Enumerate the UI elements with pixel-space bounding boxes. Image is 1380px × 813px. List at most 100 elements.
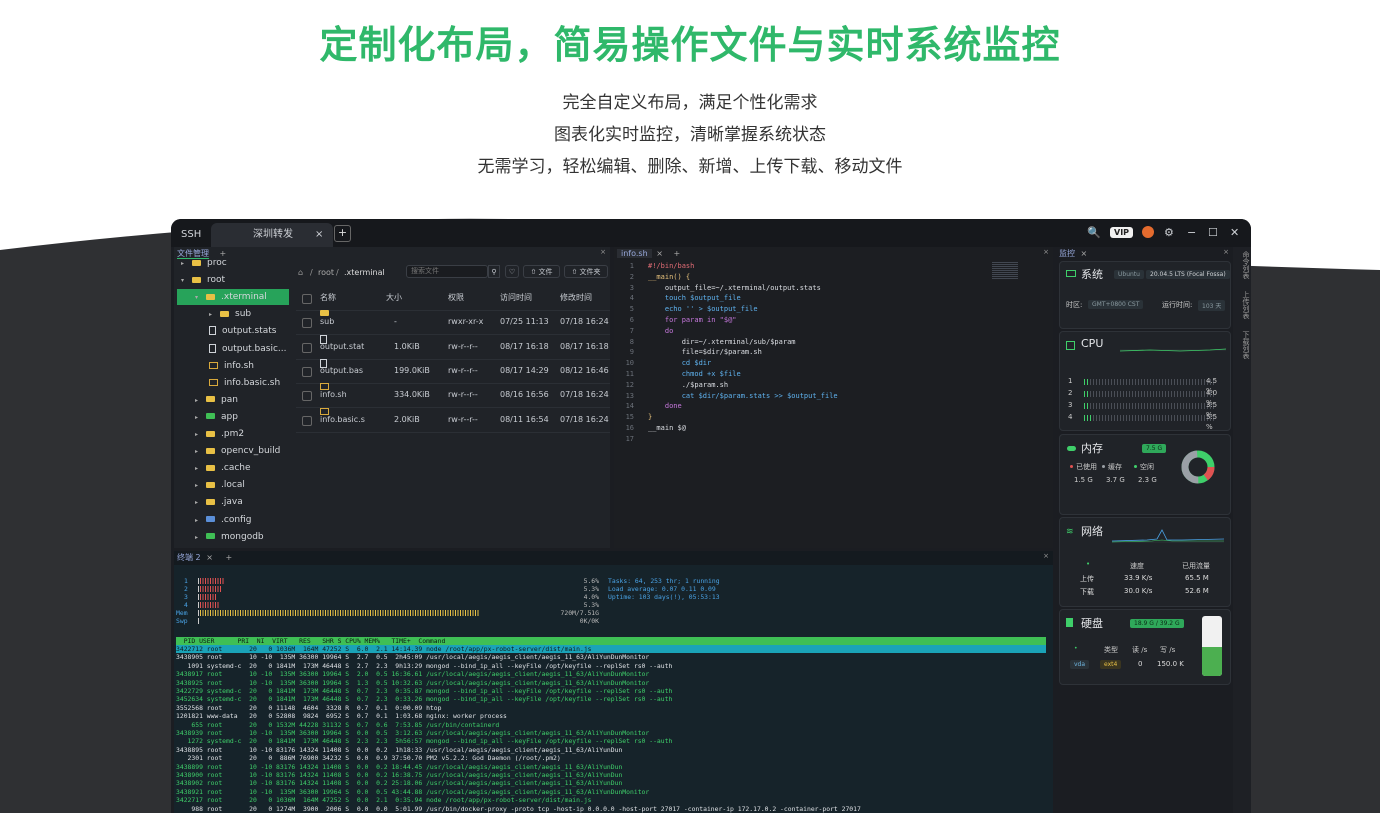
breadcrumb-current[interactable]: .xterminal (344, 268, 385, 277)
side-tab-commands[interactable]: 命令列表 (1231, 251, 1251, 279)
side-tab-downloads[interactable]: 下载列表 (1231, 331, 1251, 359)
tree-item[interactable]: ▸ mongodb (177, 529, 289, 545)
tree-item[interactable]: ▸ .pm2 (177, 426, 289, 442)
add-icon[interactable]: + (225, 553, 232, 562)
tree-item[interactable]: ▸ sub (177, 306, 289, 322)
tree-arrow-icon[interactable]: ▸ (195, 482, 198, 489)
tree-arrow-icon[interactable]: ▸ (195, 465, 198, 472)
tree-item[interactable]: ▸ proc (177, 255, 289, 271)
add-tab-button[interactable]: + (334, 225, 351, 242)
editor-tab[interactable]: info.sh × + (617, 247, 680, 260)
panel-close-icon[interactable]: × (1223, 248, 1229, 256)
tree-item[interactable]: ▸ pan (177, 392, 289, 408)
process-row[interactable]: 2301 root 20 0 886M 76900 34232 S 0.0 0.… (176, 754, 1046, 762)
tab-ssh[interactable]: SSH (181, 223, 201, 247)
tab-shenzhen[interactable]: 深圳转发 × (211, 223, 333, 247)
side-tab-uploads[interactable]: 上传列表 (1231, 291, 1251, 319)
process-row[interactable]: 1201821 www-data 20 0 52808 9824 6952 S … (176, 712, 1046, 720)
file-row[interactable]: info.basic.s 2.0KiB rw-r--r-- 08/11 16:54 07… (296, 407, 610, 433)
tree-arrow-icon[interactable]: ▸ (181, 260, 184, 267)
column-header[interactable]: 修改时间 (560, 286, 592, 310)
process-row[interactable]: 3438895 root 10 -10 83176 14324 11408 S … (176, 746, 1046, 754)
tree-arrow-icon[interactable]: ▸ (195, 414, 198, 421)
process-row[interactable]: 3552568 root 20 0 11148 4604 3328 R 0.7 … (176, 704, 1046, 712)
tree-item[interactable]: ▸ .cache (177, 460, 289, 476)
file-row[interactable]: info.sh 334.0KiB rw-r--r-- 08/16 16:56 07/18… (296, 383, 610, 409)
process-row[interactable]: 3438900 root 10 -10 83176 14324 11408 S … (176, 771, 1046, 779)
panel-close-icon[interactable]: × (1043, 552, 1049, 560)
row-checkbox[interactable] (302, 391, 312, 402)
row-checkbox[interactable] (302, 415, 312, 426)
column-header[interactable]: 名称 (320, 286, 336, 310)
column-header[interactable]: 访问时间 (500, 286, 532, 310)
tree-item[interactable]: ▾ root (177, 272, 289, 288)
row-checkbox[interactable] (302, 342, 312, 353)
tree-item[interactable]: output.basic... (177, 341, 289, 357)
process-row[interactable]: 3438925 root 10 -10 135M 36300 19964 S 1… (176, 679, 1046, 687)
tree-arrow-icon[interactable]: ▸ (195, 534, 198, 541)
tree-arrow-icon[interactable]: ▸ (195, 517, 198, 524)
gear-icon[interactable]: ⚙ (1164, 226, 1174, 239)
tree-item[interactable]: ▸ .config (177, 512, 289, 528)
process-row[interactable]: 1272 systemd-c 20 0 1841M 173M 46448 S 2… (176, 737, 1046, 745)
search-icon[interactable]: 🔍 (1087, 226, 1101, 239)
vip-badge[interactable]: VIP (1110, 227, 1134, 238)
minimize-icon[interactable]: − (1187, 226, 1196, 239)
tree-arrow-icon[interactable]: ▸ (195, 499, 198, 506)
monitor-tab[interactable]: 监控 × (1059, 247, 1087, 260)
tab-close-icon[interactable]: × (206, 553, 213, 562)
tree-item[interactable]: ▸ .local (177, 477, 289, 493)
terminal-tab[interactable]: 终端 2 × + (177, 551, 232, 564)
process-row[interactable]: 3422712 root 20 0 1036M 164M 47252 S 6.0… (176, 645, 1046, 654)
process-row[interactable]: 655 root 20 0 1532M 44228 31132 S 0.7 0.… (176, 721, 1046, 729)
process-row[interactable]: 3438899 root 10 -10 83176 14324 11408 S … (176, 763, 1046, 771)
file-row[interactable]: output.stat 1.0KiB rw-r--r-- 08/17 16:18 08/… (296, 334, 610, 360)
panel-close-icon[interactable]: × (600, 248, 606, 256)
process-row[interactable]: 3452634 systemd-c 20 0 1841M 173M 46448 … (176, 695, 1046, 703)
select-all-checkbox[interactable] (302, 294, 312, 304)
process-row[interactable]: 3438939 root 10 -10 135M 36300 19964 S 0… (176, 729, 1046, 737)
tree-arrow-icon[interactable]: ▾ (181, 277, 184, 284)
process-row[interactable]: 988 root 20 0 1274M 3900 2006 S 0.0 0.0 … (176, 805, 1046, 813)
tab-close-icon[interactable]: × (1081, 249, 1088, 258)
breadcrumb-root[interactable]: root (318, 268, 334, 277)
tree-item[interactable]: ▸ app (177, 409, 289, 425)
tree-item[interactable]: ▸ .java (177, 494, 289, 510)
tree-item[interactable]: info.sh (177, 358, 289, 374)
tab-close-icon[interactable]: × (315, 223, 323, 247)
process-row[interactable]: 3438902 root 10 -10 83176 14324 11408 S … (176, 779, 1046, 787)
row-checkbox[interactable] (302, 366, 312, 377)
file-row[interactable]: sub - rwxr-xr-x 07/25 11:13 07/18 16:24 (296, 310, 610, 336)
tree-arrow-icon[interactable]: ▸ (195, 448, 198, 455)
tree-arrow-icon[interactable]: ▸ (209, 311, 212, 318)
upload-folder-button[interactable]: ⇧ 文件夹 (564, 265, 608, 278)
process-row[interactable]: 3438905 root 10 -10 135M 36300 19964 S 2… (176, 653, 1046, 661)
terminal-screen[interactable]: 1 5.6% 2 5.3% 3 4.0% 4 5.3% Mem 720M/7.51G Swp 0K/0… (174, 565, 1053, 813)
upload-file-button[interactable]: ⇧ 文件 (523, 265, 560, 278)
avatar[interactable] (1142, 226, 1154, 238)
process-row[interactable]: 3422717 root 20 0 1036M 164M 47252 S 0.0… (176, 796, 1046, 804)
tree-arrow-icon[interactable]: ▸ (195, 397, 198, 404)
column-header[interactable]: 权限 (448, 286, 464, 310)
tree-arrow-icon[interactable]: ▾ (195, 294, 198, 301)
tree-item[interactable]: ▾ .xterminal (177, 289, 289, 306)
process-row[interactable]: 3438921 root 10 -10 135M 36300 19964 S 0… (176, 788, 1046, 796)
tree-item[interactable]: info.basic.sh (177, 375, 289, 391)
search-icon[interactable]: ⚲ (488, 265, 500, 278)
tree-item[interactable]: ▸ opencv_build (177, 443, 289, 459)
file-row[interactable]: output.bas 199.0KiB rw-r--r-- 08/17 14:29 08… (296, 358, 610, 384)
row-checkbox[interactable] (302, 318, 312, 329)
home-icon[interactable]: ⌂ (298, 268, 303, 277)
tab-close-icon[interactable]: × (656, 249, 663, 258)
tree-arrow-icon[interactable]: ▸ (195, 431, 198, 438)
maximize-icon[interactable]: ☐ (1208, 226, 1218, 239)
process-row[interactable]: 3422729 systemd-c 20 0 1841M 173M 46448 … (176, 687, 1046, 695)
tree-item[interactable]: output.stats (177, 323, 289, 339)
add-icon[interactable]: + (673, 249, 680, 258)
minimap[interactable] (992, 262, 1018, 280)
file-search-input[interactable] (406, 265, 488, 278)
process-row[interactable]: 1091 systemd-c 20 0 1841M 173M 46448 S 2… (176, 662, 1046, 670)
close-icon[interactable]: ✕ (1230, 226, 1239, 239)
favorite-icon[interactable]: ♡ (505, 265, 519, 278)
column-header[interactable]: 大小 (386, 286, 402, 310)
